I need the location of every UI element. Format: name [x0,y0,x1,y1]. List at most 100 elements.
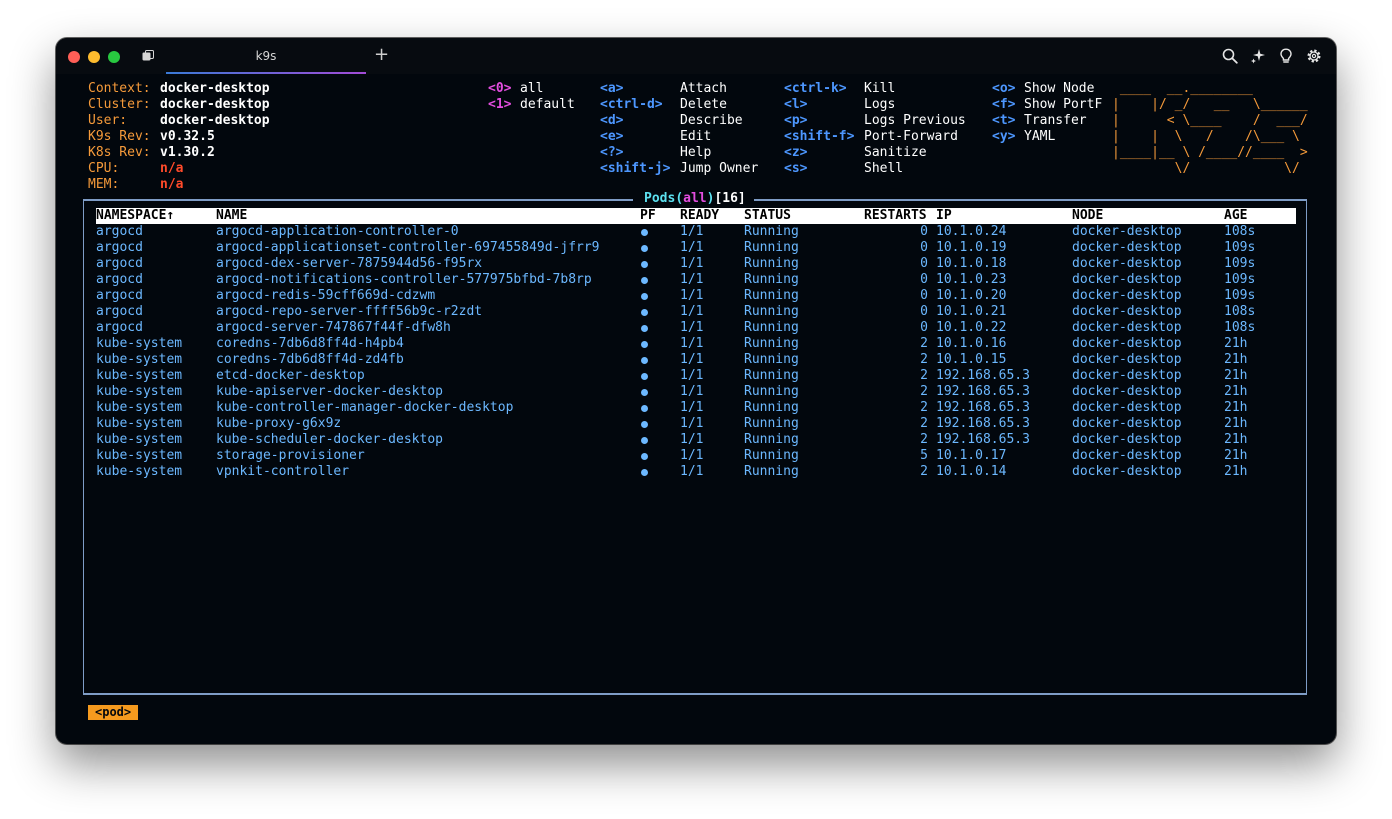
shortcut-kill[interactable]: Kill [864,81,895,97]
search-icon[interactable] [1222,48,1238,64]
shortcut-transfer[interactable]: Transfer [1024,113,1087,129]
logo-line: | < \____ / ___/ [1112,113,1308,128]
column-header-ready[interactable]: READY [680,208,719,224]
cell-ready: 1/1 [680,448,704,463]
namespace-key: <1> [488,97,512,112]
shortcut-describe[interactable]: Describe [680,113,743,129]
cell-name: argocd-redis-59cff669d-cdzwm [216,288,436,303]
table-row[interactable]: kube-system kube-apiserver-docker-desktop… [96,384,1296,400]
shortcut-key: <p> [784,113,808,128]
cell-ready: 1/1 [680,368,704,383]
shortcut-shell[interactable]: Shell [864,161,903,177]
table-row[interactable]: argocd argocd-notifications-controller-57… [96,272,1296,288]
title-bar: k9s + [56,38,1336,74]
cell-namespace: kube-system [96,416,183,431]
column-header-restarts[interactable]: RESTARTS [864,208,927,224]
tabs-overview-icon[interactable] [142,50,154,61]
maximize-window-button[interactable] [108,51,120,63]
tab-title: k9s [255,49,277,63]
column-header-namespace[interactable]: NAMESPACE↑ [96,208,174,224]
cell-node: docker-desktop [1072,240,1182,255]
cluster-value: docker-desktop [160,97,270,112]
shortcut-help[interactable]: Help [680,145,711,161]
table-row[interactable]: argocd argocd-server-747867f44f-dfw8h 1/1 R… [96,320,1296,336]
cell-age: 21h [1224,336,1248,351]
cell-ip: 10.1.0.22 [936,320,1007,335]
cell-status: Running [744,224,799,239]
terminal-window: k9s + Context: docker-desktop Cluster: d [56,38,1336,744]
cell-ip: 192.168.65.3 [936,416,1030,431]
k9s-terminal[interactable]: Context: docker-desktop Cluster: docker-… [80,81,1320,731]
table-row[interactable]: argocd argocd-application-controller-0 1/1… [96,224,1296,240]
k9s-rev-label: K9s Rev: [88,129,151,144]
tab-k9s[interactable]: k9s [166,38,366,74]
cell-restarts: 2 [920,368,928,383]
pods-table-frame[interactable]: Pods(all)[16] NAMESPACE↑ NAME PF READY S… [83,191,1307,695]
cell-restarts: 2 [920,384,928,399]
new-tab-button[interactable]: + [374,45,389,65]
namespace-default[interactable]: default [520,97,575,113]
cell-name: argocd-applicationset-controller-6974558… [216,240,600,255]
shortcut-logs[interactable]: Logs [864,97,895,113]
table-row[interactable]: kube-system coredns-7db6d8ff4d-zd4fb 1/1 Ru… [96,352,1296,368]
lightbulb-icon[interactable] [1278,48,1294,64]
shortcut-logs-previous[interactable]: Logs Previous [864,113,966,129]
table-row[interactable]: kube-system etcd-docker-desktop 1/1 Running… [96,368,1296,384]
column-header-ip[interactable]: IP [936,208,952,224]
table-row[interactable]: kube-system kube-proxy-g6x9z 1/1 Running 192… [96,416,1296,432]
frame-top-border [83,199,633,201]
table-row[interactable]: kube-system vpnkit-controller 1/1 Running 10… [96,464,1296,480]
table-header: NAMESPACE↑ NAME PF READY STATUS RESTARTS… [96,208,1296,224]
cell-age: 21h [1224,464,1248,479]
column-header-name[interactable]: NAME [216,208,247,224]
breadcrumb-pod[interactable]: <pod> [88,705,139,720]
shortcut-key: <shift-f> [784,129,855,144]
shortcut-yaml[interactable]: YAML [1024,129,1055,145]
table-row[interactable]: kube-system storage-provisioner 1/1 Running… [96,448,1296,464]
cell-ready: 1/1 [680,256,704,271]
table-row[interactable]: argocd argocd-redis-59cff669d-cdzwm 1/1 Run… [96,288,1296,304]
cell-namespace: kube-system [96,384,183,399]
table-row[interactable]: kube-system kube-controller-manager-docke… [96,400,1296,416]
shortcut-sanitize[interactable]: Sanitize [864,145,927,161]
shortcut-attach[interactable]: Attach [680,81,727,97]
cell-status: Running [744,240,799,255]
cell-name: kube-proxy-g6x9z [216,416,342,431]
column-header-status[interactable]: STATUS [744,208,791,224]
shortcut-key: <ctrl-d> [600,97,663,112]
cell-age: 21h [1224,432,1248,447]
cell-ready: 1/1 [680,320,704,335]
minimize-window-button[interactable] [88,51,100,63]
cell-status: Running [744,304,799,319]
column-header-age[interactable]: AGE [1224,208,1247,224]
shortcut-delete[interactable]: Delete [680,97,727,113]
user-label: User: [88,113,128,128]
table-row[interactable]: argocd argocd-applicationset-controller-6… [96,240,1296,256]
shortcut-show-portforward[interactable]: Show PortF [1024,97,1102,113]
cell-restarts: 2 [920,432,928,447]
cell-restarts: 0 [920,320,928,335]
close-window-button[interactable] [68,51,80,63]
shortcut-jump-owner[interactable]: Jump Owner [680,161,758,177]
table-row[interactable]: kube-system kube-scheduler-docker-desktop… [96,432,1296,448]
shortcut-port-forward[interactable]: Port-Forward [864,129,958,145]
table-row[interactable]: argocd argocd-repo-server-ffff56b9c-r2zdt… [96,304,1296,320]
cell-name: argocd-notifications-controller-577975bf… [216,272,592,287]
namespace-all[interactable]: all [520,81,543,97]
cell-node: docker-desktop [1072,416,1182,431]
table-row[interactable]: kube-system coredns-7db6d8ff4d-h4pb4 1/1 Ru… [96,336,1296,352]
column-header-pf[interactable]: PF [640,208,656,224]
column-header-node[interactable]: NODE [1072,208,1103,224]
logo-line: | |/ _/ __ \______ [1112,97,1308,112]
cell-age: 109s [1224,256,1256,271]
sparkle-icon[interactable] [1250,48,1266,64]
shortcut-show-node[interactable]: Show Node [1024,81,1094,97]
cell-name: etcd-docker-desktop [216,368,365,383]
gear-icon[interactable] [1306,48,1322,64]
shortcut-edit[interactable]: Edit [680,129,711,145]
port-forward-status-icon [641,325,648,332]
cell-ready: 1/1 [680,304,704,319]
logo-line: ____ __.________ [1112,81,1308,96]
cell-restarts: 2 [920,352,928,367]
table-row[interactable]: argocd argocd-dex-server-7875944d56-f95rx… [96,256,1296,272]
